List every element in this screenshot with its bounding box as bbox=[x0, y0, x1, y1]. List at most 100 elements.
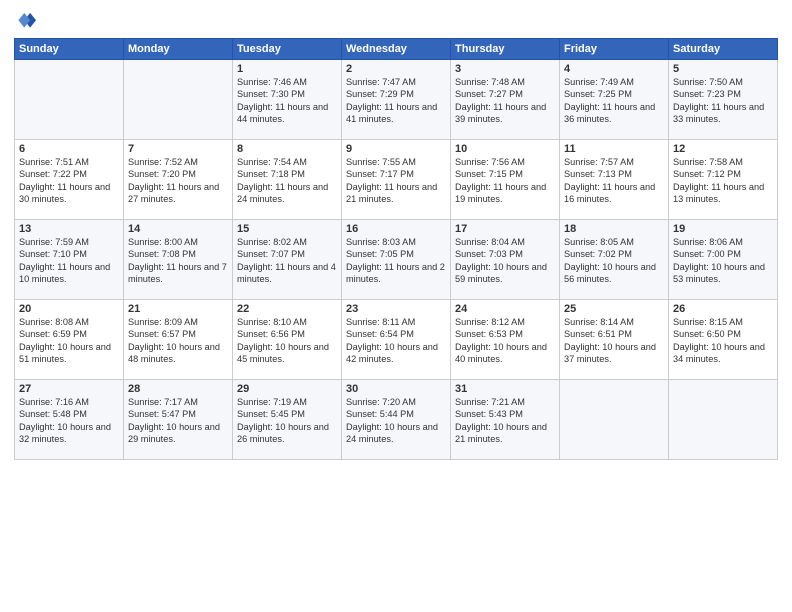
calendar-cell: 8Sunrise: 7:54 AMSunset: 7:18 PMDaylight… bbox=[233, 140, 342, 220]
day-number: 6 bbox=[19, 143, 119, 155]
day-number: 28 bbox=[128, 383, 228, 395]
day-number: 15 bbox=[237, 223, 337, 235]
cell-text: Sunset: 7:07 PM bbox=[237, 248, 337, 260]
week-row-3: 20Sunrise: 8:08 AMSunset: 6:59 PM Dayligh… bbox=[15, 300, 778, 380]
day-number: 4 bbox=[564, 63, 664, 75]
cell-text: Sunset: 7:03 PM bbox=[455, 248, 555, 260]
cell-text: Sunset: 5:45 PM bbox=[237, 408, 337, 420]
cell-text: Sunrise: 7:57 AM bbox=[564, 156, 664, 168]
calendar-cell: 5Sunrise: 7:50 AMSunset: 7:23 PMDaylight… bbox=[669, 60, 778, 140]
cell-text: Daylight: 11 hours and 39 minutes. bbox=[455, 101, 555, 126]
calendar-cell: 13Sunrise: 7:59 AMSunset: 7:10 PMDayligh… bbox=[15, 220, 124, 300]
day-number: 25 bbox=[564, 303, 664, 315]
day-number: 20 bbox=[19, 303, 119, 315]
calendar-cell: 24Sunrise: 8:12 AMSunset: 6:53 PMDayligh… bbox=[451, 300, 560, 380]
cell-text: Sunrise: 7:56 AM bbox=[455, 156, 555, 168]
cell-text: Sunset: 6:59 PM bbox=[19, 328, 119, 340]
calendar-cell: 15Sunrise: 8:02 AMSunset: 7:07 PMDayligh… bbox=[233, 220, 342, 300]
cell-text: Daylight: 11 hours and 13 minutes. bbox=[673, 181, 773, 206]
cell-text: Sunset: 6:51 PM bbox=[564, 328, 664, 340]
weekday-header-wednesday: Wednesday bbox=[342, 39, 451, 60]
day-number: 26 bbox=[673, 303, 773, 315]
cell-text: Sunset: 7:25 PM bbox=[564, 88, 664, 100]
day-number: 23 bbox=[346, 303, 446, 315]
header-row: SundayMondayTuesdayWednesdayThursdayFrid… bbox=[15, 39, 778, 60]
calendar-cell bbox=[560, 380, 669, 460]
cell-text: Sunset: 7:22 PM bbox=[19, 168, 119, 180]
cell-text: Daylight: 10 hours and 37 minutes. bbox=[564, 341, 664, 366]
cell-text: Sunrise: 7:16 AM bbox=[19, 396, 119, 408]
cell-text: Sunset: 6:54 PM bbox=[346, 328, 446, 340]
cell-text: Daylight: 10 hours and 45 minutes. bbox=[237, 341, 337, 366]
weekday-header-monday: Monday bbox=[124, 39, 233, 60]
cell-text: Daylight: 10 hours and 48 minutes. bbox=[128, 341, 228, 366]
calendar-cell: 17Sunrise: 8:04 AMSunset: 7:03 PMDayligh… bbox=[451, 220, 560, 300]
cell-text: Daylight: 11 hours and 7 minutes. bbox=[128, 261, 228, 286]
weekday-header-thursday: Thursday bbox=[451, 39, 560, 60]
cell-text: Sunrise: 8:05 AM bbox=[564, 236, 664, 248]
cell-text: Sunset: 6:57 PM bbox=[128, 328, 228, 340]
cell-text: Daylight: 10 hours and 34 minutes. bbox=[673, 341, 773, 366]
cell-text: Daylight: 11 hours and 33 minutes. bbox=[673, 101, 773, 126]
cell-text: Daylight: 10 hours and 40 minutes. bbox=[455, 341, 555, 366]
day-number: 8 bbox=[237, 143, 337, 155]
calendar-cell: 20Sunrise: 8:08 AMSunset: 6:59 PMDayligh… bbox=[15, 300, 124, 380]
cell-text: Sunset: 7:08 PM bbox=[128, 248, 228, 260]
cell-text: Sunrise: 7:21 AM bbox=[455, 396, 555, 408]
week-row-2: 13Sunrise: 7:59 AMSunset: 7:10 PMDayligh… bbox=[15, 220, 778, 300]
day-number: 17 bbox=[455, 223, 555, 235]
cell-text: Sunset: 7:12 PM bbox=[673, 168, 773, 180]
cell-text: Daylight: 11 hours and 41 minutes. bbox=[346, 101, 446, 126]
cell-text: Sunrise: 8:02 AM bbox=[237, 236, 337, 248]
day-number: 13 bbox=[19, 223, 119, 235]
cell-text: Sunrise: 7:52 AM bbox=[128, 156, 228, 168]
cell-text: Sunrise: 7:51 AM bbox=[19, 156, 119, 168]
cell-text: Sunset: 7:02 PM bbox=[564, 248, 664, 260]
day-number: 11 bbox=[564, 143, 664, 155]
cell-text: Sunrise: 8:10 AM bbox=[237, 316, 337, 328]
calendar-cell: 27Sunrise: 7:16 AMSunset: 5:48 PMDayligh… bbox=[15, 380, 124, 460]
calendar-cell: 30Sunrise: 7:20 AMSunset: 5:44 PMDayligh… bbox=[342, 380, 451, 460]
cell-text: Sunset: 5:47 PM bbox=[128, 408, 228, 420]
day-number: 10 bbox=[455, 143, 555, 155]
day-number: 7 bbox=[128, 143, 228, 155]
cell-text: Sunrise: 8:08 AM bbox=[19, 316, 119, 328]
cell-text: Sunrise: 8:06 AM bbox=[673, 236, 773, 248]
cell-text: Daylight: 10 hours and 56 minutes. bbox=[564, 261, 664, 286]
calendar-cell: 26Sunrise: 8:15 AMSunset: 6:50 PMDayligh… bbox=[669, 300, 778, 380]
day-number: 21 bbox=[128, 303, 228, 315]
calendar-cell: 10Sunrise: 7:56 AMSunset: 7:15 PMDayligh… bbox=[451, 140, 560, 220]
calendar-cell: 14Sunrise: 8:00 AMSunset: 7:08 PMDayligh… bbox=[124, 220, 233, 300]
cell-text: Sunset: 7:05 PM bbox=[346, 248, 446, 260]
cell-text: Daylight: 11 hours and 4 minutes. bbox=[237, 261, 337, 286]
cell-text: Daylight: 11 hours and 21 minutes. bbox=[346, 181, 446, 206]
calendar-cell bbox=[124, 60, 233, 140]
calendar-cell: 19Sunrise: 8:06 AMSunset: 7:00 PMDayligh… bbox=[669, 220, 778, 300]
calendar-cell: 23Sunrise: 8:11 AMSunset: 6:54 PMDayligh… bbox=[342, 300, 451, 380]
calendar-cell: 25Sunrise: 8:14 AMSunset: 6:51 PMDayligh… bbox=[560, 300, 669, 380]
calendar-cell: 31Sunrise: 7:21 AMSunset: 5:43 PMDayligh… bbox=[451, 380, 560, 460]
cell-text: Daylight: 10 hours and 59 minutes. bbox=[455, 261, 555, 286]
cell-text: Sunset: 6:53 PM bbox=[455, 328, 555, 340]
calendar-cell: 28Sunrise: 7:17 AMSunset: 5:47 PMDayligh… bbox=[124, 380, 233, 460]
cell-text: Sunrise: 7:17 AM bbox=[128, 396, 228, 408]
cell-text: Sunset: 7:15 PM bbox=[455, 168, 555, 180]
cell-text: Sunrise: 8:15 AM bbox=[673, 316, 773, 328]
calendar-cell: 9Sunrise: 7:55 AMSunset: 7:17 PMDaylight… bbox=[342, 140, 451, 220]
cell-text: Sunrise: 7:59 AM bbox=[19, 236, 119, 248]
calendar-cell: 18Sunrise: 8:05 AMSunset: 7:02 PMDayligh… bbox=[560, 220, 669, 300]
cell-text: Sunrise: 8:09 AM bbox=[128, 316, 228, 328]
day-number: 14 bbox=[128, 223, 228, 235]
cell-text: Daylight: 11 hours and 27 minutes. bbox=[128, 181, 228, 206]
cell-text: Daylight: 11 hours and 44 minutes. bbox=[237, 101, 337, 126]
calendar-cell: 2Sunrise: 7:47 AMSunset: 7:29 PMDaylight… bbox=[342, 60, 451, 140]
day-number: 27 bbox=[19, 383, 119, 395]
day-number: 30 bbox=[346, 383, 446, 395]
cell-text: Sunrise: 8:12 AM bbox=[455, 316, 555, 328]
calendar-cell bbox=[15, 60, 124, 140]
day-number: 18 bbox=[564, 223, 664, 235]
cell-text: Daylight: 10 hours and 29 minutes. bbox=[128, 421, 228, 446]
cell-text: Daylight: 10 hours and 32 minutes. bbox=[19, 421, 119, 446]
cell-text: Sunrise: 7:20 AM bbox=[346, 396, 446, 408]
cell-text: Sunset: 7:18 PM bbox=[237, 168, 337, 180]
